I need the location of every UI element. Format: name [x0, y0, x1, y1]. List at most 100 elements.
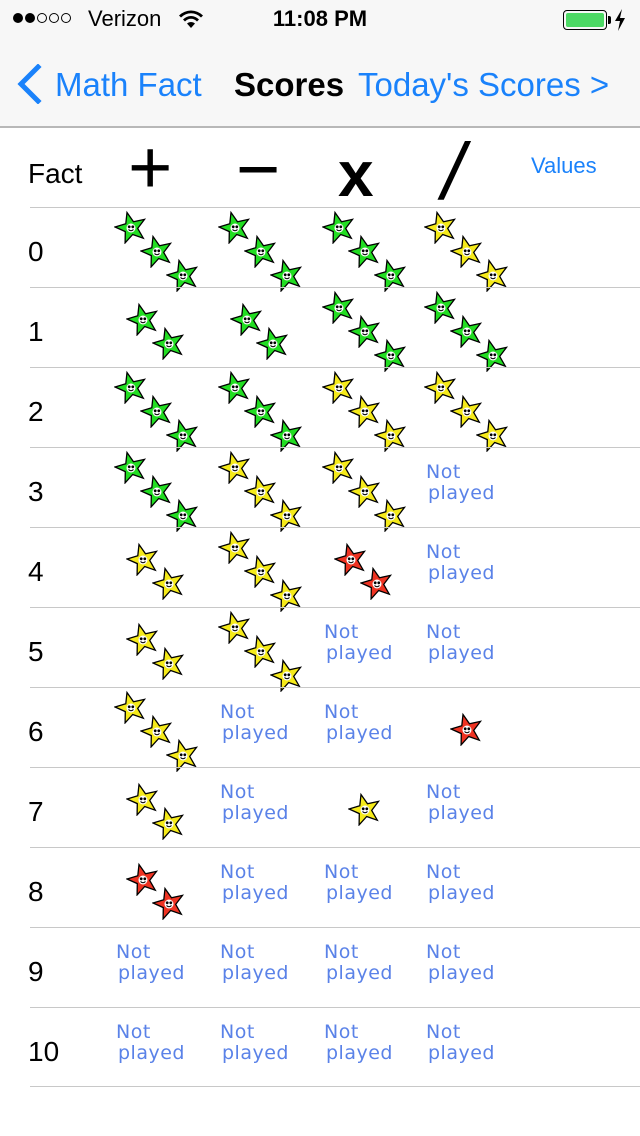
fact-number: 5: [28, 636, 44, 667]
multiplication-score-cell[interactable]: Not played: [322, 848, 422, 928]
division-score-cell[interactable]: Not played: [424, 848, 524, 928]
top-bar: Verizon 11:08 PM Math Fact Scores Today'…: [0, 0, 640, 128]
subtraction-score-cell[interactable]: [218, 208, 318, 292]
addition-score-cell[interactable]: [114, 368, 214, 452]
not-played-line2: played: [428, 962, 495, 984]
subtraction-score-cell[interactable]: Not played: [218, 768, 318, 848]
subtraction-score-cell[interactable]: Not played: [218, 688, 318, 768]
division-score-cell[interactable]: Not played: [424, 928, 524, 1008]
addition-score-cell[interactable]: [114, 208, 214, 292]
subtraction-score-cell[interactable]: Not played: [218, 928, 318, 1008]
multiplication-score-cell[interactable]: [322, 368, 422, 452]
division-score-cell[interactable]: Not played: [424, 528, 524, 608]
not-played-line2: played: [428, 802, 495, 824]
scores-table: 0 1 2 3 Not played 4 Not played 5 Not played Not play…: [0, 207, 640, 1087]
subtraction-score-cell[interactable]: [218, 528, 318, 612]
not-played-line1: Not: [426, 781, 461, 803]
division-score-cell[interactable]: Not played: [424, 768, 524, 848]
back-button[interactable]: Math Fact: [55, 66, 202, 104]
not-played-line2: played: [428, 642, 495, 664]
addition-header: +: [128, 125, 173, 210]
not-played-line2: played: [118, 962, 185, 984]
multiplication-header: x: [338, 138, 374, 210]
back-chevron-icon[interactable]: [14, 64, 44, 104]
not-played-label: Not played: [426, 942, 495, 984]
multiplication-score-cell[interactable]: Not played: [322, 928, 422, 1008]
division-score-cell[interactable]: Not played: [424, 448, 524, 528]
star-icon: [152, 566, 185, 600]
subtraction-score-cell[interactable]: [218, 288, 318, 368]
not-played-label: Not played: [324, 862, 393, 904]
addition-score-cell[interactable]: [114, 688, 214, 772]
table-row: 9 Not played Not played Not played Not played: [28, 927, 640, 1008]
table-row: 8 Not played Not played Not played: [28, 847, 640, 928]
not-played-line1: Not: [220, 701, 255, 723]
fact-number: 8: [28, 876, 44, 907]
subtraction-score-cell[interactable]: [218, 368, 318, 452]
page-title: Scores: [234, 66, 345, 103]
subtraction-score-cell[interactable]: Not played: [218, 1008, 318, 1088]
not-played-line2: played: [118, 1042, 185, 1064]
not-played-line1: Not: [220, 941, 255, 963]
table-row: 1: [28, 287, 640, 372]
not-played-line1: Not: [324, 701, 359, 723]
values-button[interactable]: Values: [531, 153, 597, 179]
multiplication-score-cell[interactable]: [322, 768, 422, 848]
not-played-label: Not played: [324, 1022, 393, 1064]
not-played-line1: Not: [324, 621, 359, 643]
table-row: 4 Not played: [28, 527, 640, 612]
not-played-line2: played: [428, 482, 495, 504]
table-row: 0: [28, 207, 640, 292]
not-played-line1: Not: [426, 541, 461, 563]
multiplication-score-cell[interactable]: Not played: [322, 1008, 422, 1088]
fact-number: 9: [28, 956, 44, 987]
subtraction-score-cell[interactable]: Not played: [218, 848, 318, 928]
not-played-line1: Not: [116, 941, 151, 963]
addition-score-cell[interactable]: Not played: [114, 1008, 214, 1088]
subtraction-score-cell[interactable]: [218, 448, 318, 532]
division-score-cell[interactable]: [424, 208, 524, 292]
multiplication-score-cell[interactable]: Not played: [322, 608, 422, 688]
battery-icon: [563, 10, 607, 30]
not-played-line1: Not: [426, 1021, 461, 1043]
todays-scores-button[interactable]: Today's Scores >: [358, 66, 609, 104]
not-played-label: Not played: [116, 942, 185, 984]
addition-score-cell[interactable]: [114, 448, 214, 532]
not-played-label: Not played: [324, 702, 393, 744]
multiplication-score-cell[interactable]: [322, 448, 422, 532]
fact-number: 7: [28, 796, 44, 827]
multiplication-score-cell[interactable]: Not played: [322, 688, 422, 768]
not-played-label: Not played: [426, 862, 495, 904]
not-played-label: Not played: [220, 782, 289, 824]
battery-level: [566, 13, 604, 27]
charging-bolt-icon: [615, 9, 625, 31]
fact-number: 10: [28, 1036, 60, 1067]
division-score-cell[interactable]: [424, 688, 524, 768]
division-score-cell[interactable]: Not played: [424, 1008, 524, 1088]
multiplication-score-cell[interactable]: [322, 288, 422, 372]
fact-number: 1: [28, 316, 44, 347]
star-icon: [348, 792, 381, 826]
subtraction-score-cell[interactable]: [218, 608, 318, 692]
addition-score-cell[interactable]: [114, 608, 214, 688]
clock: 11:08 PM: [272, 6, 368, 31]
status-bar: Verizon 11:08 PM: [0, 0, 640, 40]
division-score-cell[interactable]: [424, 288, 524, 372]
addition-score-cell[interactable]: [114, 848, 214, 928]
addition-score-cell[interactable]: [114, 528, 214, 608]
multiplication-score-cell[interactable]: [322, 528, 422, 608]
not-played-label: Not played: [426, 462, 495, 504]
not-played-line1: Not: [220, 1021, 255, 1043]
addition-score-cell[interactable]: [114, 288, 214, 368]
battery-tip: [608, 16, 611, 24]
navigation-bar: Math Fact Scores Today's Scores >: [0, 40, 640, 128]
division-score-cell[interactable]: [424, 368, 524, 452]
division-score-cell[interactable]: Not played: [424, 608, 524, 688]
table-row: 5 Not played Not played: [28, 607, 640, 692]
addition-score-cell[interactable]: [114, 768, 214, 848]
addition-score-cell[interactable]: Not played: [114, 928, 214, 1008]
not-played-line1: Not: [426, 621, 461, 643]
not-played-line2: played: [222, 1042, 289, 1064]
multiplication-score-cell[interactable]: [322, 208, 422, 292]
fact-column-header: Fact: [28, 158, 83, 189]
